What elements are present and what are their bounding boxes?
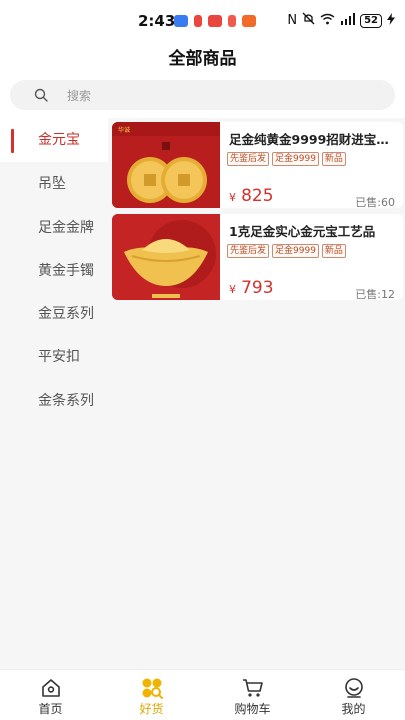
- category-item-gold-bracelet[interactable]: 黄金手镯: [0, 249, 108, 293]
- svg-text:华诚: 华诚: [118, 126, 130, 134]
- category-label: 足金金牌: [38, 220, 94, 236]
- product-tag: 足金9999: [272, 152, 319, 166]
- product-name: 1克足金实心金元宝工艺品: [229, 224, 376, 239]
- tab-cart[interactable]: 购物车: [202, 670, 303, 720]
- product-tag: 先鉴后发: [227, 244, 270, 258]
- charging-icon: [387, 12, 395, 29]
- category-item-gold-beans[interactable]: 金豆系列: [0, 292, 108, 336]
- product-list: 华诚 足金纯黄金9999招财进宝元宝 先鉴后发 足金9999 新品 ¥ 825 …: [108, 118, 405, 669]
- search-input[interactable]: 搜索: [10, 80, 395, 110]
- app-notification-icon: [174, 15, 188, 27]
- sold-count: 已售:60: [355, 196, 395, 208]
- currency-symbol: ¥: [229, 283, 236, 296]
- product-tags: 先鉴后发 足金9999 新品: [227, 152, 346, 166]
- tab-label: 我的: [341, 702, 366, 716]
- signal-icon: [340, 12, 356, 29]
- app-notification-icon: [208, 15, 222, 27]
- category-label: 金元宝: [38, 132, 80, 148]
- search-placeholder: 搜索: [67, 89, 92, 103]
- status-time: 2:43: [138, 12, 176, 30]
- product-tag: 先鉴后发: [227, 152, 270, 166]
- app-notification-icon: [242, 15, 256, 27]
- profile-icon: [345, 678, 363, 698]
- battery-indicator: 52: [360, 13, 382, 28]
- product-card[interactable]: 1克足金实心金元宝工艺品 先鉴后发 足金9999 新品 ¥ 793 已售:12: [112, 214, 403, 300]
- home-icon: [42, 679, 60, 697]
- category-item-gold-bar[interactable]: 金条系列: [0, 379, 108, 423]
- category-sidebar: 金元宝 吊坠 足金金牌 黄金手镯 金豆系列 平安扣 金条系列: [0, 118, 108, 669]
- category-label: 黄金手镯: [38, 263, 94, 279]
- currency-symbol: ¥: [229, 191, 236, 204]
- app-notification-icon: [228, 15, 236, 27]
- search-icon: [34, 88, 48, 102]
- wifi-icon: [320, 13, 335, 29]
- product-image: 华诚: [112, 122, 220, 208]
- tab-home[interactable]: 首页: [0, 670, 101, 720]
- category-item-pendant[interactable]: 吊坠: [0, 162, 108, 206]
- product-name: 足金纯黄金9999招财进宝元宝: [229, 132, 399, 147]
- tab-goods[interactable]: 好货: [101, 670, 202, 720]
- tab-label: 好货: [139, 702, 164, 716]
- page-title: 全部商品: [168, 49, 237, 69]
- tab-label: 首页: [38, 702, 63, 716]
- category-label: 金豆系列: [38, 306, 94, 322]
- app-notification-icon: [194, 15, 202, 27]
- tab-label: 购物车: [234, 702, 271, 716]
- category-label: 平安扣: [38, 349, 80, 365]
- product-tag: 新品: [321, 152, 346, 166]
- status-bar: 2:43 N 52: [0, 0, 405, 40]
- product-card[interactable]: 华诚 足金纯黄金9999招财进宝元宝 先鉴后发 足金9999 新品 ¥ 825 …: [112, 122, 403, 208]
- category-label: 吊坠: [38, 176, 66, 192]
- category-label: 金条系列: [38, 393, 94, 409]
- product-tag: 足金9999: [272, 244, 319, 258]
- bottom-tab-bar: 首页 好货 购物车 我的: [0, 669, 405, 720]
- tab-profile[interactable]: 我的: [303, 670, 404, 720]
- product-price: ¥ 793: [229, 278, 274, 298]
- product-tags: 先鉴后发 足金9999 新品: [227, 244, 346, 258]
- category-item-yuanbao[interactable]: 金元宝: [0, 118, 108, 162]
- mute-icon: [302, 12, 315, 29]
- system-status: N 52: [287, 12, 395, 29]
- category-item-ping-an-kou[interactable]: 平安扣: [0, 335, 108, 379]
- sold-count: 已售:12: [355, 288, 395, 300]
- price-value: 825: [241, 186, 274, 206]
- notification-icons: [174, 15, 256, 27]
- nfc-icon: N: [287, 12, 298, 28]
- cart-icon: [243, 679, 263, 697]
- goods-icon: [142, 678, 163, 699]
- product-tag: 新品: [321, 244, 346, 258]
- product-price: ¥ 825: [229, 186, 274, 206]
- active-indicator: [11, 129, 14, 153]
- category-item-gold-medal[interactable]: 足金金牌: [0, 206, 108, 250]
- product-image: [112, 214, 220, 300]
- price-value: 793: [241, 278, 274, 298]
